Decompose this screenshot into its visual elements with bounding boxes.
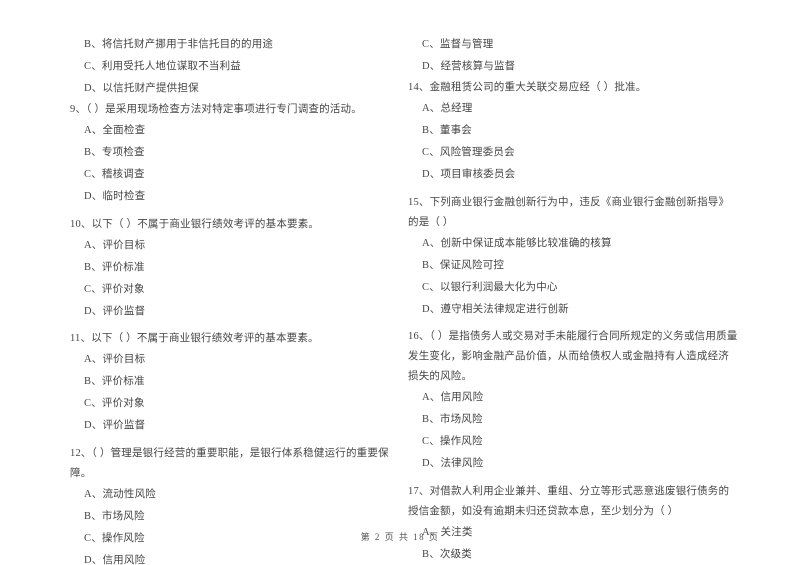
question-number: 14、 (408, 82, 430, 93)
question-number: 15、 (408, 196, 430, 208)
question-option: A、全面检查 (84, 125, 146, 136)
question-stem: 12、（ ）管理是银行经营的重要职能，是银行体系稳健运行的重要保障。 (70, 444, 400, 484)
question-stem: 16、（ ）是指债务人或交易对手未能履行合同所规定的义务或信用质量发生变化，影响… (408, 327, 738, 387)
question-option: B、专项检查 (84, 147, 145, 158)
question-block: 16、（ ）是指债务人或交易对手未能履行合同所规定的义务或信用质量发生变化，影响… (408, 327, 738, 475)
orphan-option: C、利用受托人地位谋取不当利益 (84, 61, 242, 72)
question-option: A、评价目标 (84, 354, 146, 365)
right-question-column: C、监督与管理 D、经营核算与监督 14、金融租赁公司的重大关联交易应经（ ）批准。… (408, 34, 738, 565)
question-option: A、评价目标 (84, 239, 146, 251)
question-text: 金融租赁公司的重大关联交易应经（ ）批准。 (429, 82, 647, 93)
question-option: C、评价对象 (84, 283, 145, 295)
orphan-option: D、以信托财产提供担保 (84, 83, 199, 94)
question-option: C、风险管理委员会 (422, 147, 515, 158)
question-text: （ ）是指债务人或交易对手未能履行合同所规定的义务或信用质量发生变化，影响金融产… (408, 331, 738, 382)
question-option: C、操作风险 (422, 436, 483, 447)
question-option: A、流动性风险 (84, 488, 156, 500)
question-number: 17、 (408, 485, 430, 497)
question-block: 9、（ ）是采用现场检查方法对特定事项进行专门调查的活动。 A、全面检查 B、专项检… (70, 100, 400, 208)
question-option: D、项目审核委员会 (422, 169, 516, 180)
question-option: D、评价监督 (84, 420, 146, 431)
question-option: B、市场风险 (84, 510, 145, 522)
question-option: D、临时检查 (84, 191, 146, 202)
question-block: 17、对借款人利用企业兼并、重组、分立等形式恶意逃废银行债务的授信金额，如没有逾… (408, 482, 738, 565)
question-text: （ ）是采用现场检查方法对特定事项进行专门调查的活动。 (86, 104, 362, 115)
question-option: D、信用风险 (84, 554, 146, 565)
question-number: 12、 (70, 447, 92, 459)
question-option: C、稽核调查 (84, 169, 145, 180)
question-option: D、遵守相关法律规定进行创新 (422, 303, 569, 315)
question-block: 15、下列商业银行金融创新行为中，违反《商业银行金融创新指导》的是（ ） A、创新… (408, 193, 738, 321)
question-text: 对借款人利用企业兼并、重组、分立等形式恶意逃废银行债务的授信金额，如没有逾期未归… (408, 485, 730, 517)
question-text: （ ）管理是银行经营的重要职能，是银行体系稳健运行的重要保障。 (70, 447, 389, 479)
question-option: B、次级类 (422, 548, 473, 560)
question-number: 16、 (408, 331, 430, 342)
question-option: C、以银行利润最大化为中心 (422, 281, 558, 293)
question-option: B、评价标准 (84, 261, 145, 273)
question-option: B、市场风险 (422, 414, 483, 425)
left-question-column: B、将信托财产挪用于非信托目的的用途 C、利用受托人地位谋取不当利益 D、以信托财产… (70, 34, 400, 565)
question-text: 以下（ ）不属于商业银行绩效考评的基本要素。 (91, 333, 319, 344)
question-block: 12、（ ）管理是银行经营的重要职能，是银行体系稳健运行的重要保障。 A、流动性风… (70, 444, 400, 565)
question-stem: 17、对借款人利用企业兼并、重组、分立等形式恶意逃废银行债务的授信金额，如没有逾… (408, 482, 738, 522)
question-block: 11、以下（ ）不属于商业银行绩效考评的基本要素。 A、评价目标 B、评价标准 C、评… (70, 329, 400, 437)
question-option: B、董事会 (422, 125, 473, 136)
orphan-option: D、经营核算与监督 (422, 61, 516, 72)
question-option: D、评价监督 (84, 305, 146, 317)
question-block: 14、金融租赁公司的重大关联交易应经（ ）批准。 A、总经理 B、董事会 C、风险管理… (408, 78, 738, 186)
question-option: A、总经理 (422, 103, 473, 114)
orphan-option: B、将信托财产挪用于非信托目的的用途 (84, 39, 274, 50)
question-text: 下列商业银行金融创新行为中，违反《商业银行金融创新指导》的是（ ） (408, 196, 730, 228)
question-stem: 15、下列商业银行金融创新行为中，违反《商业银行金融创新指导》的是（ ） (408, 193, 738, 233)
question-option: A、信用风险 (422, 392, 484, 403)
question-stem: 14、金融租赁公司的重大关联交易应经（ ）批准。 (408, 78, 738, 98)
question-option: D、法律风险 (422, 458, 484, 469)
page-footer: 第 2 页 共 18 页 (360, 532, 440, 542)
question-stem: 11、以下（ ）不属于商业银行绩效考评的基本要素。 (70, 329, 400, 349)
question-option: B、评价标准 (84, 376, 145, 387)
question-stem: 9、（ ）是采用现场检查方法对特定事项进行专门调查的活动。 (70, 100, 400, 120)
question-number: 9、 (70, 104, 87, 115)
question-option: A、创新中保证成本能够比较准确的核算 (422, 237, 612, 249)
exam-paper-page: B、将信托财产挪用于非信托目的的用途 C、利用受托人地位谋取不当利益 D、以信托财产… (0, 0, 800, 565)
orphan-option: C、监督与管理 (422, 39, 494, 50)
question-number: 10、 (70, 218, 92, 230)
question-option: B、保证风险可控 (422, 259, 505, 271)
question-stem: 10、以下（ ）不属于商业银行绩效考评的基本要素。 (70, 215, 400, 235)
question-text: 以下（ ）不属于商业银行绩效考评的基本要素。 (91, 218, 320, 230)
question-option: C、评价对象 (84, 398, 145, 409)
question-number: 11、 (70, 333, 92, 344)
question-block: 10、以下（ ）不属于商业银行绩效考评的基本要素。 A、评价目标 B、评价标准 C、评… (70, 215, 400, 323)
